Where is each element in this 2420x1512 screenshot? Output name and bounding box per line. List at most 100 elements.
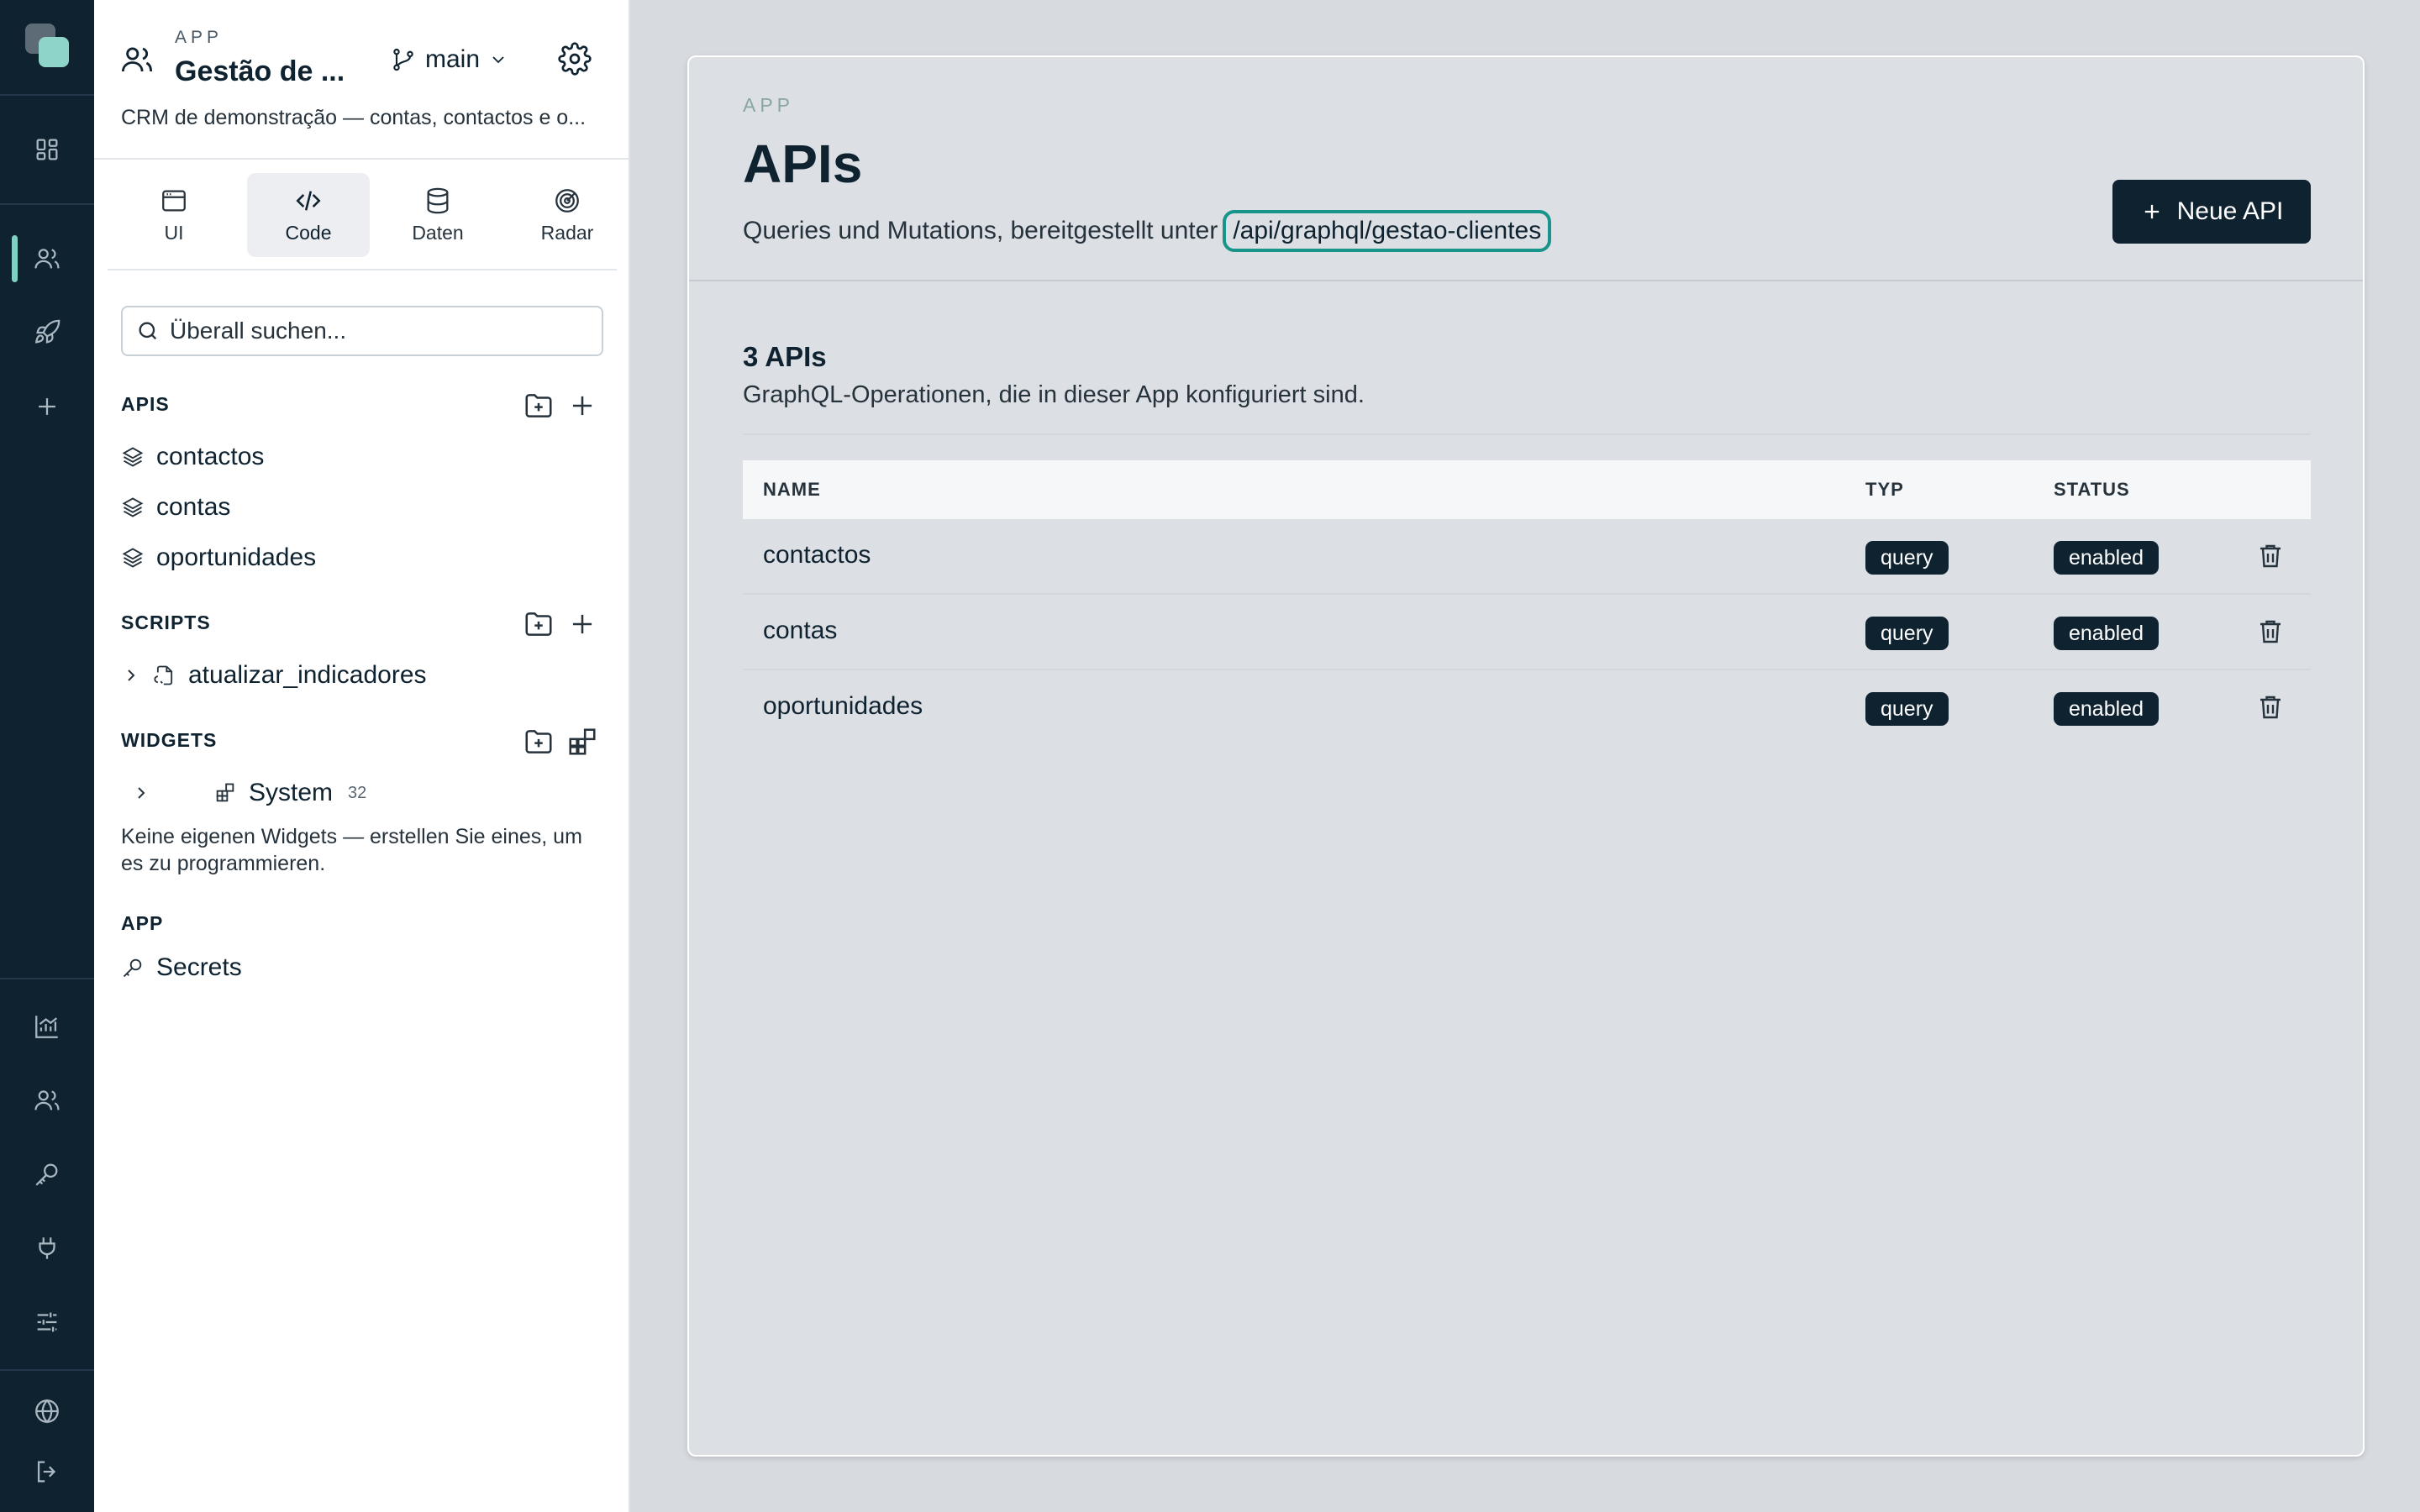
- plug-icon[interactable]: [24, 1225, 71, 1272]
- new-api-button[interactable]: Neue API: [2112, 180, 2311, 244]
- apis-table: NAME TYP STATUS contactos query enabled …: [743, 460, 2311, 746]
- app-title[interactable]: Gestão de ...: [175, 55, 345, 88]
- subtitle-text: Queries und Mutations, bereitgestellt un…: [743, 217, 1218, 244]
- globe-icon[interactable]: [24, 1388, 71, 1435]
- page-kicker: APP: [743, 94, 795, 116]
- section-title-apis: APIS: [121, 393, 170, 415]
- widgets-empty-hint: Keine eigenen Widgets — erstellen Sie ei…: [121, 825, 582, 875]
- tab-label: Code: [285, 221, 332, 244]
- tab-radar[interactable]: Radar: [506, 173, 629, 257]
- page-title: APIs: [743, 134, 863, 194]
- api-item[interactable]: contas: [121, 489, 230, 526]
- secrets-item[interactable]: Secrets: [121, 949, 242, 986]
- search-input[interactable]: [170, 318, 573, 344]
- add-widget-icon[interactable]: [566, 726, 598, 758]
- column-header-status[interactable]: STATUS: [2054, 479, 2130, 501]
- table-row[interactable]: contactos query enabled: [743, 519, 2311, 595]
- tab-daten[interactable]: Daten: [376, 173, 499, 257]
- api-item-label: oportunidades: [156, 543, 317, 571]
- mode-tabs: UI Code Daten Radar: [108, 173, 617, 270]
- search-field[interactable]: [121, 306, 603, 356]
- rocket-icon[interactable]: [24, 309, 71, 356]
- chart-icon[interactable]: [24, 1003, 71, 1050]
- endpoint-path[interactable]: /api/graphql/gestao-clientes: [1223, 210, 1552, 252]
- section-title-widgets: WIDGETS: [121, 729, 218, 751]
- key-icon[interactable]: [24, 1151, 71, 1198]
- script-item[interactable]: atualizar_indicadores: [121, 657, 427, 694]
- chevron-right-icon[interactable]: [121, 781, 145, 805]
- status-badge: enabled: [2054, 692, 2159, 726]
- branch-name: main: [425, 45, 481, 73]
- section-title-scripts: SCRIPTS: [121, 612, 211, 633]
- secrets-label: Secrets: [156, 953, 242, 981]
- api-count-title: 3 APIs: [743, 341, 827, 372]
- branch-selector[interactable]: main: [390, 42, 508, 77]
- script-file-icon: [153, 664, 176, 687]
- api-item[interactable]: oportunidades: [121, 539, 316, 576]
- rail-divider: [0, 94, 94, 96]
- layers-icon: [121, 496, 145, 519]
- page-subtitle: Queries und Mutations, bereitgestellt un…: [743, 210, 1552, 252]
- dashboard-icon[interactable]: [24, 126, 71, 173]
- api-name[interactable]: contas: [763, 617, 837, 645]
- status-badge: enabled: [2054, 541, 2159, 575]
- type-badge: query: [1865, 692, 1949, 726]
- nav-rail: [0, 0, 94, 1512]
- table-header: NAME TYP STATUS: [743, 460, 2311, 519]
- type-badge: query: [1865, 541, 1949, 575]
- users-icon[interactable]: [24, 235, 71, 282]
- sliders-icon[interactable]: [24, 1299, 71, 1346]
- layers-icon: [121, 546, 145, 570]
- new-folder-icon[interactable]: [523, 726, 555, 758]
- api-name[interactable]: contactos: [763, 541, 871, 570]
- code-icon: [294, 186, 323, 215]
- app-logo[interactable]: [24, 22, 71, 69]
- api-name[interactable]: oportunidades: [763, 692, 923, 721]
- plus-icon[interactable]: [566, 390, 598, 422]
- table-row[interactable]: oportunidades query enabled: [743, 670, 2311, 746]
- trash-icon[interactable]: [2255, 617, 2286, 648]
- api-item-label: contas: [156, 493, 231, 521]
- widget-count-badge: 32: [348, 783, 367, 802]
- trash-icon[interactable]: [2255, 692, 2286, 724]
- chevron-down-icon: [488, 50, 508, 70]
- table-row[interactable]: contas query enabled: [743, 595, 2311, 670]
- app-kicker: APP: [175, 28, 224, 47]
- chevron-right-icon[interactable]: [121, 665, 141, 685]
- status-badge: enabled: [2054, 617, 2159, 650]
- logout-icon[interactable]: [24, 1448, 71, 1495]
- tab-label: Daten: [412, 221, 464, 244]
- new-api-label: Neue API: [2176, 197, 2284, 225]
- rail-divider: [0, 203, 94, 205]
- widget-group-label: System: [249, 779, 334, 806]
- trash-icon[interactable]: [2255, 541, 2286, 573]
- column-header-name[interactable]: NAME: [763, 479, 821, 501]
- radar-icon: [553, 186, 581, 215]
- layers-icon: [121, 445, 145, 469]
- search-icon: [136, 319, 160, 343]
- api-count-subtitle: GraphQL-Operationen, die in dieser App k…: [743, 381, 1365, 408]
- type-badge: query: [1865, 617, 1949, 650]
- tab-label: UI: [164, 221, 184, 244]
- column-header-type[interactable]: TYP: [1865, 479, 1904, 501]
- new-folder-icon[interactable]: [523, 390, 555, 422]
- database-icon: [424, 186, 452, 215]
- widget-group-system[interactable]: System 32: [213, 774, 366, 811]
- new-folder-icon[interactable]: [523, 608, 555, 640]
- script-item-label: atualizar_indicadores: [188, 661, 427, 689]
- gear-icon[interactable]: [558, 42, 592, 76]
- rail-divider: [0, 978, 94, 979]
- header-divider: [689, 280, 2363, 281]
- app-description: CRM de demonstração — contas, contactos …: [121, 106, 587, 129]
- plus-icon: [2140, 200, 2164, 223]
- section-title-app: APP: [121, 912, 164, 934]
- tab-code[interactable]: Code: [247, 173, 370, 257]
- plus-icon[interactable]: [24, 383, 71, 430]
- key-icon: [121, 956, 145, 979]
- plus-icon[interactable]: [566, 608, 598, 640]
- apis-panel: APP APIs Queries und Mutations, bereitge…: [687, 55, 2365, 1457]
- api-item[interactable]: contactos: [121, 438, 264, 475]
- tab-ui[interactable]: UI: [113, 173, 235, 257]
- team-icon[interactable]: [24, 1077, 71, 1124]
- api-item-label: contactos: [156, 443, 265, 470]
